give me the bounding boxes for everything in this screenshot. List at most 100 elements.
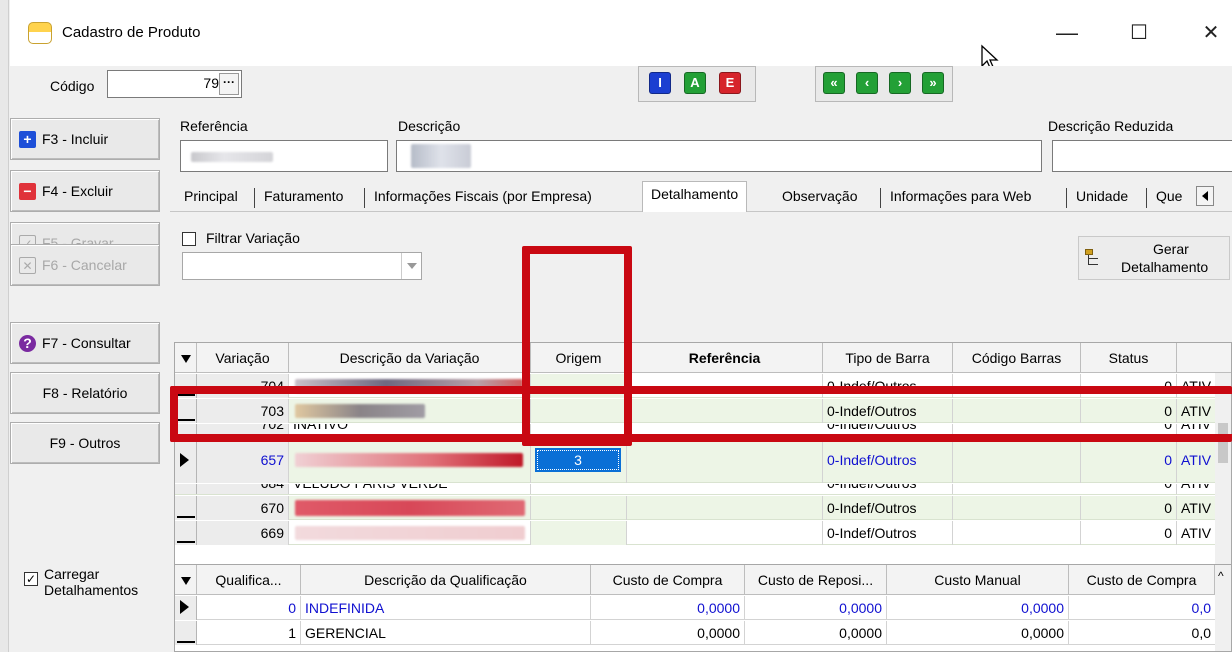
table-row[interactable]: 0 INDEFINIDA 0,0000 0,0000 0,0000 0,0 <box>175 596 1215 620</box>
consultar-button[interactable]: ? F7 - Consultar <box>10 322 160 364</box>
excluir-button[interactable]: − F4 - Excluir <box>10 170 160 212</box>
prev-record-button[interactable]: ‹ <box>856 72 878 94</box>
cell-tipo-barra[interactable]: 0-Indef/Outros <box>823 437 953 483</box>
tab-que[interactable]: Que <box>1148 186 1190 210</box>
cell-origem-selected[interactable]: 3 <box>531 437 627 483</box>
tab-principal[interactable]: Principal <box>176 186 246 210</box>
cell-referencia[interactable] <box>627 496 823 520</box>
col-qualificacao[interactable]: Qualifica... <box>197 565 301 595</box>
descricao-input[interactable] <box>396 140 1042 172</box>
cell-custo-compra[interactable]: 0,0000 <box>591 621 745 645</box>
col-codigo-barras[interactable]: Código Barras <box>953 343 1081 373</box>
cell-tipo-barra[interactable]: 0-Indef/Outros <box>823 374 953 398</box>
cell-origem[interactable] <box>531 399 627 423</box>
cell-custo-reposicao[interactable]: 0,0000 <box>745 596 887 620</box>
tab-observacao[interactable]: Observação <box>774 186 865 210</box>
tab-scroll-left-button[interactable] <box>1196 186 1214 206</box>
table-row-selected[interactable]: 657 3 0-Indef/Outros 0 ATIV <box>175 437 1215 483</box>
codigo-lookup-button[interactable]: ··· <box>219 73 239 95</box>
last-record-button[interactable]: » <box>922 72 944 94</box>
cell-codigo-barras[interactable] <box>953 399 1081 423</box>
descricao-reduzida-input[interactable] <box>1052 140 1232 172</box>
scroll-up-icon[interactable]: ^ <box>1218 569 1224 583</box>
qualificacao-vertical-scrollbar[interactable]: ^ <box>1215 565 1231 651</box>
col-custo-manual[interactable]: Custo Manual <box>887 565 1069 595</box>
origem-value[interactable]: 3 <box>535 448 621 472</box>
col-custo-compra-2[interactable]: Custo de Compra <box>1069 565 1215 595</box>
tab-informacoes-web[interactable]: Informações para Web <box>882 186 1039 210</box>
close-button[interactable]: ✕ <box>1196 20 1226 46</box>
insert-mode-button[interactable]: I <box>649 72 671 94</box>
row-indicator <box>177 394 195 396</box>
cell-custo-manual[interactable]: 0,0000 <box>887 621 1069 645</box>
edit-mode-button[interactable]: A <box>684 72 706 94</box>
col-referencia[interactable]: Referência <box>627 343 823 373</box>
scrollbar-thumb[interactable] <box>1218 423 1228 463</box>
cell-codigo-barras[interactable] <box>953 496 1081 520</box>
delete-mode-button[interactable]: E <box>719 72 741 94</box>
cell-custo-compra-2[interactable]: 0,0 <box>1069 621 1215 645</box>
minimize-button[interactable]: — <box>1052 20 1082 46</box>
variacao-filter-combo[interactable] <box>182 252 422 280</box>
cell-descricao: VELUDO PARIS VERDE <box>289 484 531 494</box>
cell-tipo-barra[interactable]: 0-Indef/Outros <box>823 484 953 494</box>
table-row[interactable]: 1 GERENCIAL 0,0000 0,0000 0,0000 0,0 <box>175 621 1215 645</box>
cell-tipo-barra[interactable]: 0-Indef/Outros <box>823 496 953 520</box>
cell-codigo-barras[interactable] <box>953 521 1081 545</box>
column-menu-icon[interactable] <box>175 565 197 595</box>
cell-tipo-barra[interactable]: 0-Indef/Outros <box>823 399 953 423</box>
tab-informacoes-fiscais[interactable]: Informações Fiscais (por Empresa) <box>366 186 600 210</box>
cell-referencia[interactable] <box>627 437 823 483</box>
maximize-button[interactable]: ☐ <box>1124 20 1154 46</box>
cell-codigo-barras[interactable] <box>953 437 1081 483</box>
table-row[interactable]: 704 0-Indef/Outros 0 ATIV <box>175 374 1215 398</box>
relatorio-button[interactable]: F8 - Relatório <box>10 372 160 414</box>
gerar-label: Gerar <box>1153 241 1189 257</box>
col-custo-compra[interactable]: Custo de Compra <box>591 565 745 595</box>
descricao-label: Descrição <box>398 118 461 134</box>
table-row[interactable]: 669 0-Indef/Outros 0 ATIV <box>175 521 1215 545</box>
gerar-detalhamento-button[interactable]: Gerar Detalhamento <box>1078 236 1230 280</box>
codigo-input[interactable]: 79 ··· <box>107 70 242 98</box>
incluir-label: F3 - Incluir <box>42 131 109 147</box>
col-status[interactable]: Status <box>1081 343 1177 373</box>
cell-referencia[interactable] <box>627 374 823 398</box>
col-origem[interactable]: Origem <box>531 343 627 373</box>
tab-faturamento[interactable]: Faturamento <box>256 186 351 210</box>
col-descricao-qualificacao[interactable]: Descrição da Qualificação <box>301 565 591 595</box>
cell-variacao: 704 <box>197 374 289 398</box>
cell-tipo-barra[interactable]: 0-Indef/Outros <box>823 424 953 435</box>
col-variacao[interactable]: Variação <box>197 343 289 373</box>
next-record-button[interactable]: › <box>889 72 911 94</box>
cell-origem[interactable] <box>531 374 627 398</box>
tab-detalhamento[interactable]: Detalhamento <box>642 181 748 213</box>
cell-custo-reposicao[interactable]: 0,0000 <box>745 621 887 645</box>
cell-tipo-barra[interactable]: 0-Indef/Outros <box>823 521 953 545</box>
referencia-input[interactable] <box>180 140 388 172</box>
cell-custo-compra[interactable]: 0,0000 <box>591 596 745 620</box>
table-row[interactable]: 670 0-Indef/Outros 0 ATIV <box>175 496 1215 520</box>
col-tipo-barra[interactable]: Tipo de Barra <box>823 343 953 373</box>
col-descricao-variacao[interactable]: Descrição da Variação <box>289 343 531 373</box>
outros-button[interactable]: F9 - Outros <box>10 422 160 464</box>
cell-status-num: 0 <box>1081 496 1177 520</box>
table-row[interactable]: 702 INATIVO 0-Indef/Outros 0 ATIV <box>175 424 1215 436</box>
table-row[interactable]: 684 VELUDO PARIS VERDE 0-Indef/Outros 0 … <box>175 484 1215 495</box>
tab-unidade[interactable]: Unidade <box>1068 186 1136 210</box>
column-menu-icon[interactable] <box>175 343 197 373</box>
first-record-button[interactable]: « <box>823 72 845 94</box>
carregar-checkbox[interactable]: ✓ <box>24 572 38 586</box>
col-custo-reposicao[interactable]: Custo de Reposi... <box>745 565 887 595</box>
cancelar-button[interactable]: ✕ F6 - Cancelar <box>10 244 160 286</box>
cell-custo-manual[interactable]: 0,0000 <box>887 596 1069 620</box>
title-bar: Cadastro de Produto — ☐ ✕ <box>10 0 1232 71</box>
filtrar-variacao-checkbox[interactable] <box>182 232 196 246</box>
cell-origem[interactable] <box>531 521 627 545</box>
incluir-button[interactable]: + F3 - Incluir <box>10 118 160 160</box>
cell-origem[interactable] <box>531 496 627 520</box>
cell-codigo-barras[interactable] <box>953 374 1081 398</box>
cell-referencia[interactable] <box>627 399 823 423</box>
cell-referencia[interactable] <box>627 521 823 545</box>
table-row[interactable]: 703 0-Indef/Outros 0 ATIV <box>175 399 1215 423</box>
cell-custo-compra-2[interactable]: 0,0 <box>1069 596 1215 620</box>
